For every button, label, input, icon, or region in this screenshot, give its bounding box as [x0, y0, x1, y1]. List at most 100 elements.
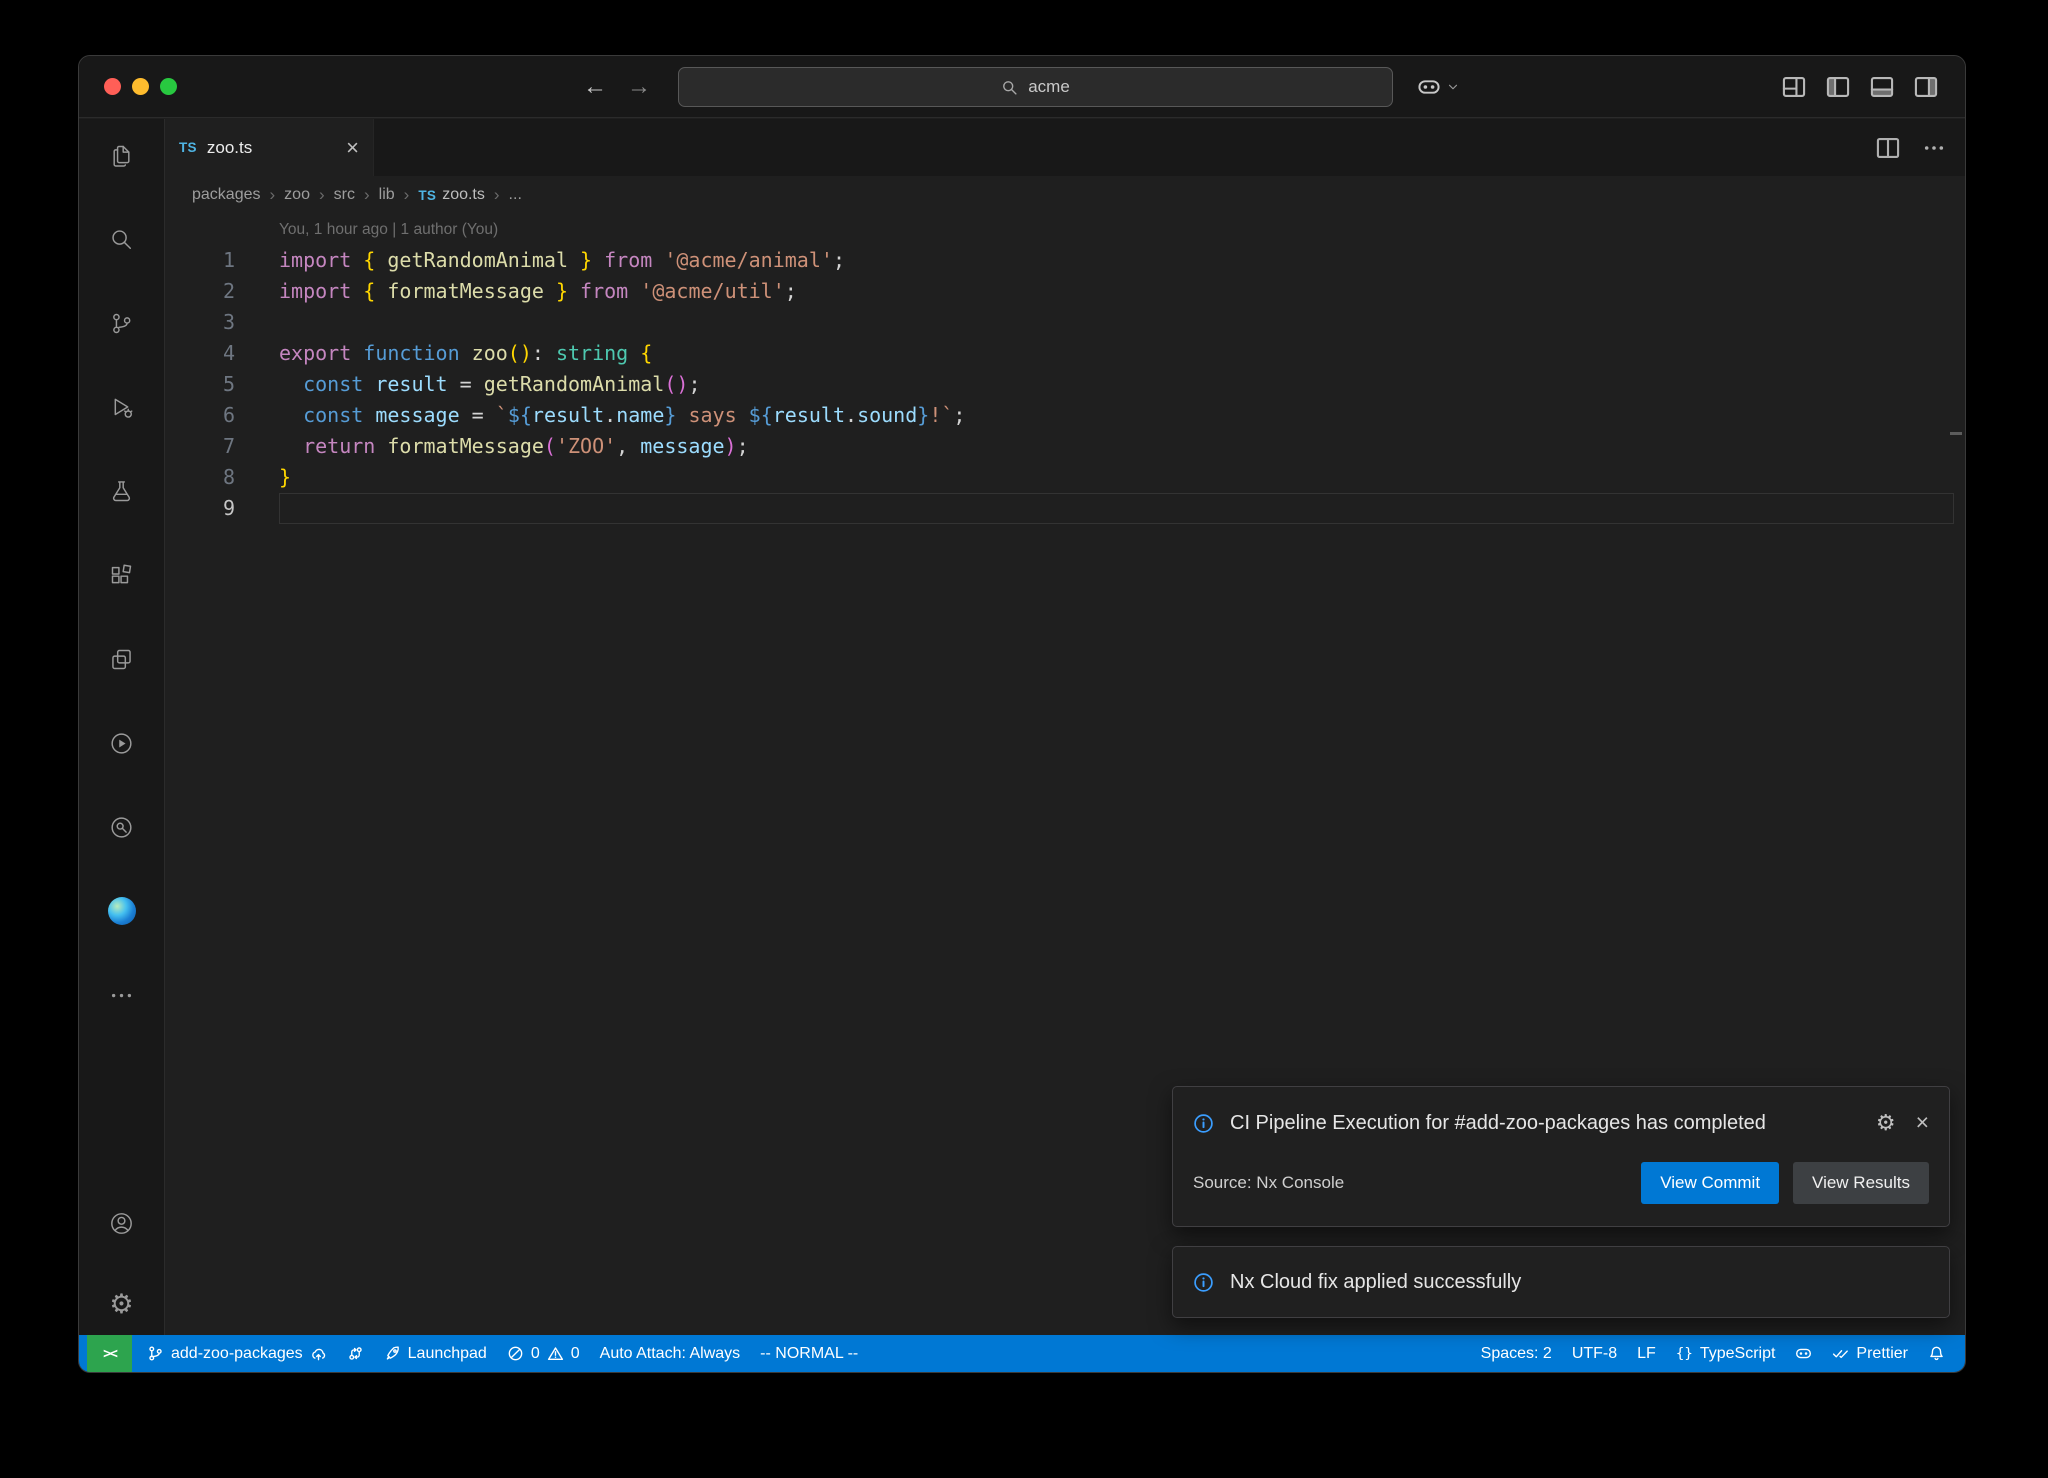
problems-error-circle-icon — [507, 1345, 524, 1362]
status-language-mode[interactable]: {}TypeScript — [1666, 1335, 1786, 1372]
inspector-icon[interactable] — [107, 812, 137, 842]
git-branch-cloud-upload-icon — [310, 1345, 327, 1362]
vscode-window: ← → acme ⚙ TS zoo.ts — [78, 55, 1966, 1373]
typescript-file-icon: TS — [418, 188, 436, 203]
code-line: 9 — [165, 493, 1965, 524]
notification-header: CI Pipeline Execution for #add-zoo-packa… — [1193, 1087, 1929, 1146]
explorer-icon[interactable] — [107, 140, 137, 170]
accounts-icon[interactable] — [107, 1208, 137, 1238]
notification-buttons: View Commit View Results — [1641, 1162, 1929, 1204]
forward-icon[interactable]: → — [621, 69, 657, 105]
additional-views-icon[interactable] — [107, 980, 137, 1010]
breadcrumb-item-file[interactable]: TS zoo.ts — [418, 186, 485, 204]
line-number: 8 — [165, 462, 235, 493]
notification-footer: Source: Nx Console View Commit View Result… — [1193, 1146, 1929, 1226]
code-line-text: return formatMessage('ZOO', message); — [279, 431, 749, 462]
status-git-branch[interactable]: add-zoo-packages — [137, 1335, 337, 1372]
breadcrumb-file-label: zoo.ts — [442, 186, 485, 204]
code-line: 1import { getRandomAnimal } from '@acme/… — [165, 245, 1965, 276]
view-commit-button[interactable]: View Commit — [1641, 1162, 1779, 1204]
notification-message: CI Pipeline Execution for #add-zoo-packa… — [1230, 1105, 1766, 1142]
line-number: 9 — [165, 493, 235, 524]
code-line: 7 return formatMessage('ZOO', message); — [165, 431, 1965, 462]
code-line-text: } — [279, 462, 291, 493]
notifications-bell-bell-icon — [1928, 1345, 1945, 1362]
manage-icon[interactable]: ⚙ — [107, 1289, 137, 1319]
command-center[interactable]: acme — [678, 67, 1393, 107]
status-eol[interactable]: LF — [1627, 1335, 1666, 1372]
code-line-text: import { formatMessage } from '@acme/uti… — [279, 276, 797, 307]
language-mode-braces-icon: {} — [1676, 1345, 1693, 1362]
code-line-text: const message = `${result.name} says ${r… — [279, 400, 965, 431]
toggle-secondary-sidebar-icon[interactable] — [1913, 74, 1939, 100]
line-number: 5 — [165, 369, 235, 400]
history-navigation: ← → — [577, 56, 657, 117]
nx-console-icon[interactable] — [107, 728, 137, 758]
status-formatter-prettier[interactable]: Prettier — [1822, 1335, 1918, 1372]
close-tab-icon[interactable]: × — [346, 137, 359, 159]
testing-icon[interactable] — [107, 476, 137, 506]
notification-close-icon[interactable]: × — [1916, 1111, 1929, 1134]
run-and-debug-icon[interactable] — [107, 392, 137, 422]
notification-settings-icon[interactable]: ⚙ — [1876, 1112, 1896, 1134]
notification-source: Source: Nx Console — [1193, 1173, 1344, 1193]
zoom-window-button[interactable] — [160, 78, 177, 95]
breadcrumb-item-packages[interactable]: packages — [192, 186, 261, 204]
breadcrumb-separator-icon: › — [404, 185, 410, 205]
split-editor-icon[interactable] — [1875, 135, 1901, 161]
compare-changes-compare-icon — [347, 1345, 364, 1362]
edge-tools-icon[interactable] — [107, 896, 137, 926]
status-copilot-status[interactable] — [1785, 1335, 1822, 1372]
more-actions-icon[interactable] — [1921, 135, 1947, 161]
notification-card: Nx Cloud fix applied successfully — [1172, 1246, 1950, 1318]
status-notifications-bell[interactable] — [1918, 1335, 1955, 1372]
code-line: 2import { formatMessage } from '@acme/ut… — [165, 276, 1965, 307]
breadcrumb-item-lib[interactable]: lib — [379, 186, 395, 204]
breadcrumb-separator-icon: › — [364, 185, 370, 205]
status-remote-indicator[interactable]: >< — [87, 1335, 132, 1372]
breadcrumb-item-src[interactable]: src — [334, 186, 355, 204]
status-indentation[interactable]: Spaces: 2 — [1471, 1335, 1562, 1372]
source-control-icon[interactable] — [107, 308, 137, 338]
tab-bar: TS zoo.ts × — [165, 119, 1965, 176]
launchpad-rocket-icon — [384, 1345, 401, 1362]
breadcrumb-item-more[interactable]: ... — [509, 186, 522, 204]
info-icon — [1193, 1113, 1214, 1134]
edge-logo — [108, 897, 136, 925]
status-launchpad[interactable]: Launchpad — [374, 1335, 497, 1372]
customize-layout-icon[interactable] — [1781, 74, 1807, 100]
problems-warning-triangle-icon — [547, 1345, 564, 1362]
chevron-down-icon — [1446, 80, 1460, 94]
status-indentation-label: Spaces: 2 — [1481, 1345, 1552, 1363]
search-icon[interactable] — [107, 224, 137, 254]
typescript-file-icon: TS — [179, 140, 197, 155]
toggle-panel-icon[interactable] — [1869, 74, 1895, 100]
status-problems[interactable]: 00 — [497, 1335, 590, 1372]
copilot-menu[interactable] — [1417, 56, 1460, 117]
breadcrumb-item-zoo[interactable]: zoo — [284, 186, 310, 204]
minimize-window-button[interactable] — [132, 78, 149, 95]
line-number: 4 — [165, 338, 235, 369]
status-auto-attach-label: Auto Attach: Always — [600, 1345, 741, 1363]
status-auto-attach[interactable]: Auto Attach: Always — [590, 1335, 751, 1372]
toggle-primary-sidebar-icon[interactable] — [1825, 74, 1851, 100]
close-window-button[interactable] — [104, 78, 121, 95]
extensions-icon[interactable] — [107, 560, 137, 590]
line-number: 1 — [165, 245, 235, 276]
remote-explorer-icon[interactable] — [107, 644, 137, 674]
status-encoding[interactable]: UTF-8 — [1562, 1335, 1627, 1372]
breadcrumb: packages›zoo›src›lib›TSzoo.ts›... — [165, 176, 1965, 214]
view-results-button[interactable]: View Results — [1793, 1162, 1929, 1204]
info-icon — [1193, 1272, 1214, 1293]
back-icon[interactable]: ← — [577, 69, 613, 105]
status-vim-mode[interactable]: -- NORMAL -- — [750, 1335, 868, 1372]
code-line: 8} — [165, 462, 1965, 493]
code-line-text: const result = getRandomAnimal(); — [279, 369, 700, 400]
status-compare-changes[interactable] — [337, 1335, 374, 1372]
notifications-center: CI Pipeline Execution for #add-zoo-packa… — [1172, 1086, 1950, 1318]
window-controls — [104, 56, 177, 117]
tab-label: zoo.ts — [207, 138, 252, 158]
tab-zoo-ts[interactable]: TS zoo.ts × — [165, 119, 374, 176]
breadcrumb-separator-icon: › — [494, 185, 500, 205]
copilot-icon — [1417, 75, 1441, 99]
